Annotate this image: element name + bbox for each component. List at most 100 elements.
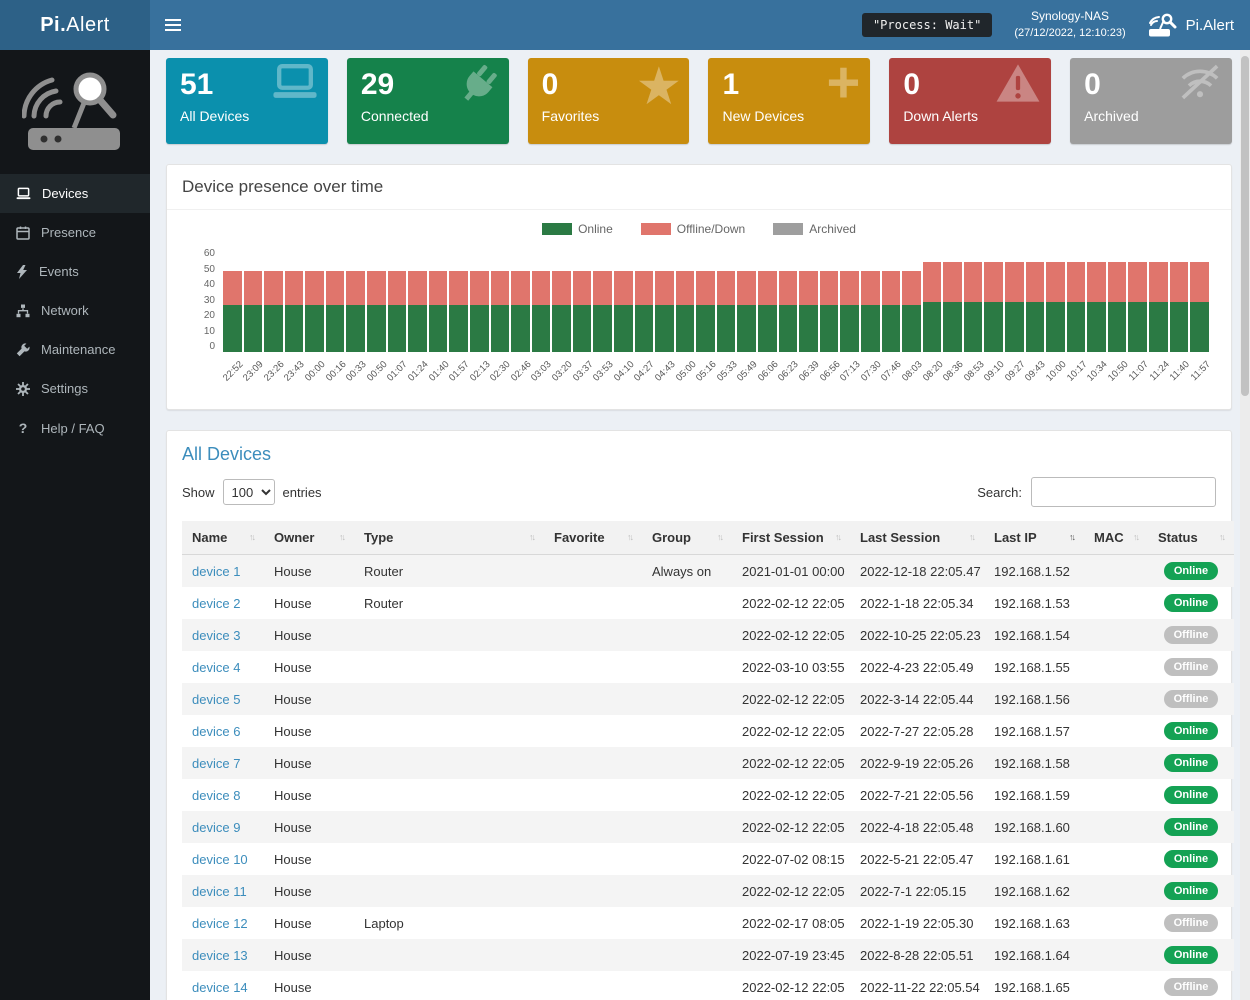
sidebar: Devices Presence Events Network Maintena… [0,50,150,1000]
cell-type [354,971,544,1000]
col-header-type[interactable]: Type↑↓ [354,521,544,555]
presence-chart: 6050403020100 22:5223:0923:2623:4300:000… [182,248,1216,401]
card-label: All Devices [180,108,314,124]
y-tick-label: 60 [204,248,215,259]
device-row: device 10House2022-07-02 08:152022-5-21 … [182,843,1234,875]
cell-type [354,843,544,875]
search-input[interactable] [1031,477,1216,507]
calendar-icon [16,226,30,240]
cell-name: device 12 [182,907,264,939]
sidebar-item-presence[interactable]: Presence [0,213,150,252]
card-connected[interactable]: 29 Connected [347,58,509,144]
sort-icon: ↑↓ [1219,532,1224,542]
sort-icon: ↑↓ [835,532,840,542]
entries-label: entries [283,485,322,500]
entries-select[interactable]: 100 [223,479,275,505]
device-name-link[interactable]: device 12 [192,916,248,931]
col-header-first-session[interactable]: First Session↑↓ [732,521,850,555]
chart-bar [408,271,427,352]
cell-last-session: 2022-7-21 22:05.56 [850,779,984,811]
cell-last-ip: 192.168.1.62 [984,875,1084,907]
plus-icon: + [826,58,860,112]
cell-last-ip: 192.168.1.58 [984,747,1084,779]
router-search-icon [1148,13,1178,38]
cell-group [642,651,732,683]
cell-last-session: 2022-10-25 22:05.23 [850,619,984,651]
sort-icon: ↑↓ [1133,532,1138,542]
col-header-name[interactable]: Name↑↓ [182,521,264,555]
cell-status: Online [1148,715,1234,747]
device-row: device 8House2022-02-12 22:052022-7-21 2… [182,779,1234,811]
chart-bar [1067,262,1086,352]
device-name-link[interactable]: device 1 [192,564,240,579]
cell-mac [1084,843,1148,875]
x-tick-label: 06:39 [797,359,822,384]
cell-first-session: 2022-02-17 08:05 [732,907,850,939]
card-favorites[interactable]: 0 Favorites ★ [528,58,690,144]
sidebar-toggle-icon[interactable] [150,0,196,50]
card-new-devices[interactable]: 1 New Devices + [708,58,870,144]
sidebar-item-maintenance[interactable]: Maintenance [0,330,150,369]
col-header-owner[interactable]: Owner↑↓ [264,521,354,555]
cell-mac [1084,555,1148,588]
legend-label: Archived [809,222,856,236]
col-header-mac[interactable]: MAC↑↓ [1084,521,1148,555]
cell-group [642,971,732,1000]
device-name-link[interactable]: device 2 [192,596,240,611]
status-badge: Online [1164,722,1218,740]
cell-favorite [544,939,642,971]
card-down-alerts[interactable]: 0 Down Alerts [889,58,1051,144]
col-header-favorite[interactable]: Favorite↑↓ [544,521,642,555]
device-row: device 1HouseRouterAlways on2021-01-01 0… [182,555,1234,588]
cell-favorite [544,555,642,588]
cell-type [354,875,544,907]
sidebar-item-events[interactable]: Events [0,252,150,291]
device-name-link[interactable]: device 14 [192,980,248,995]
col-header-status[interactable]: Status↑↓ [1148,521,1234,555]
cell-status: Offline [1148,619,1234,651]
gear-icon [16,382,30,396]
chart-bar [326,271,345,352]
device-name-link[interactable]: device 4 [192,660,240,675]
cell-name: device 4 [182,651,264,683]
col-header-last-ip[interactable]: Last IP↑↓ [984,521,1084,555]
app-logo[interactable]: Pi.Alert [0,0,150,50]
device-name-link[interactable]: device 8 [192,788,240,803]
cell-name: device 2 [182,587,264,619]
cell-mac [1084,747,1148,779]
col-header-group[interactable]: Group↑↓ [642,521,732,555]
card-all-devices[interactable]: 51 All Devices [166,58,328,144]
y-tick-label: 20 [204,310,215,321]
cell-type [354,747,544,779]
chart-bar [779,271,798,352]
sidebar-item-network[interactable]: Network [0,291,150,330]
cell-type: Router [354,555,544,588]
cell-first-session: 2022-02-12 22:05 [732,811,850,843]
chart-bar [429,271,448,352]
sidebar-item-label: Help / FAQ [41,421,105,436]
device-name-link[interactable]: device 6 [192,724,240,739]
cell-type [354,939,544,971]
wrench-icon [16,343,30,357]
device-row: device 3House2022-02-12 22:052022-10-25 … [182,619,1234,651]
cell-last-session: 2022-5-21 22:05.47 [850,843,984,875]
scrollbar-thumb[interactable] [1241,56,1249,396]
device-name-link[interactable]: device 3 [192,628,240,643]
sidebar-item-settings[interactable]: Settings [0,369,150,408]
x-tick-label: 09:43 [1023,359,1048,384]
cell-favorite [544,875,642,907]
col-header-last-session[interactable]: Last Session↑↓ [850,521,984,555]
page-scrollbar[interactable] [1240,50,1250,1000]
device-name-link[interactable]: device 7 [192,756,240,771]
device-name-link[interactable]: device 9 [192,820,240,835]
device-name-link[interactable]: device 10 [192,852,248,867]
device-name-link[interactable]: device 5 [192,692,240,707]
cell-mac [1084,875,1148,907]
card-archived[interactable]: 0 Archived [1070,58,1232,144]
device-row: device 7House2022-02-12 22:052022-9-19 2… [182,747,1234,779]
all-devices-panel: All Devices Show 100 entries Search: Nam… [166,430,1232,1000]
device-name-link[interactable]: device 13 [192,948,248,963]
device-name-link[interactable]: device 11 [192,884,247,899]
sidebar-item-help[interactable]: ? Help / FAQ [0,408,150,448]
sidebar-item-devices[interactable]: Devices [0,174,150,213]
